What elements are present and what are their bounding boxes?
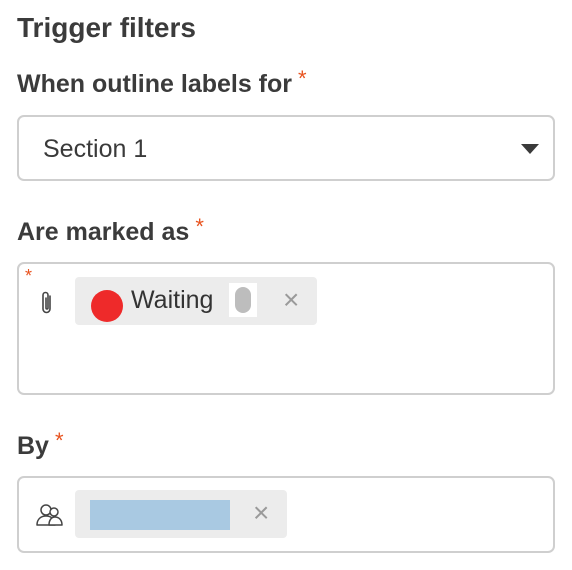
outline-label: When outline labels for * [17,66,307,99]
required-mark: * [195,214,204,239]
by-label: By * [17,428,64,461]
close-icon[interactable]: × [253,499,269,527]
chevron-down-icon[interactable] [521,144,539,154]
status-chip[interactable]: Waiting × [75,277,317,325]
outline-select[interactable]: Section 1 [17,115,555,181]
close-icon[interactable]: × [283,286,299,314]
user-chip[interactable]: × [75,490,287,538]
marked-label: Are marked as * [17,214,204,247]
user-multiselect[interactable]: × [17,476,555,553]
required-mark: * [25,266,33,286]
outline-label-text: When outline labels for [17,70,293,98]
status-multiselect[interactable]: * Waiting × [17,262,555,395]
section-title: Trigger filters [17,12,196,43]
status-chip-label: Waiting [131,286,214,314]
required-mark: * [54,428,64,453]
user-name-placeholder [90,500,230,530]
by-label-text: By [17,432,49,460]
status-color-dot [91,290,123,322]
people-icon [36,504,63,526]
pill-icon [235,287,251,313]
paperclip-icon [42,291,51,314]
outline-selected-value: Section 1 [43,135,148,163]
required-mark: * [298,66,307,91]
marked-label-text: Are marked as [17,218,190,246]
